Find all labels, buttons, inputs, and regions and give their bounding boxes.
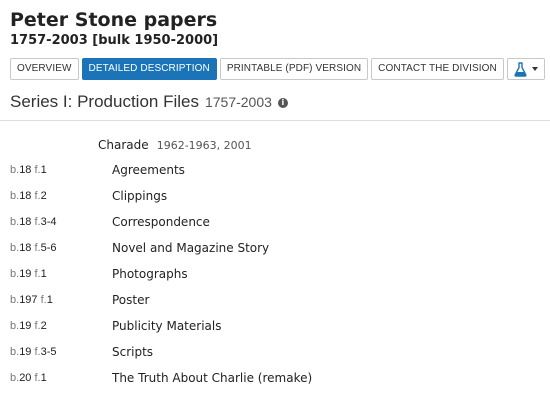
series-dates: 1757-2003	[204, 94, 272, 110]
container-location: b.18 f.5-6	[10, 242, 57, 254]
container-location: b.18 f.2	[10, 190, 47, 202]
flask-icon	[514, 61, 527, 77]
container-location: b.18 f.3-4	[10, 216, 57, 228]
list-item: b.19 f.3-5 Scripts	[0, 339, 550, 365]
container-location: b.197 f.1	[10, 294, 53, 306]
printable-pdf-button[interactable]: PRINTABLE (PDF) VERSION	[219, 58, 369, 80]
series-heading: Series I: Production Files 1757-2003 i	[0, 80, 550, 121]
collection-dates: 1757-2003 [bulk 1950-2000]	[10, 33, 219, 48]
tools-dropdown-button[interactable]	[506, 58, 545, 80]
item-title[interactable]: Photographs	[112, 267, 188, 281]
collection-title: Peter Stone papers	[10, 9, 218, 31]
item-title[interactable]: Poster	[112, 293, 149, 307]
subseries-name: Charade	[98, 138, 149, 152]
info-icon[interactable]: i	[277, 98, 288, 108]
list-item: b.19 f.2 Publicity Materials	[0, 313, 550, 339]
tab-overview[interactable]: OVERVIEW	[10, 58, 79, 80]
container-location: b.19 f.3-5	[10, 346, 57, 358]
container-list: Charade 1962-1963, 2001 b.18 f.1 Agreeme…	[0, 121, 550, 391]
subseries-dates: 1962-1963, 2001	[156, 139, 252, 152]
list-item: b.18 f.5-6 Novel and Magazine Story	[0, 235, 550, 261]
item-title[interactable]: Novel and Magazine Story	[112, 241, 269, 255]
chevron-down-icon	[531, 67, 538, 71]
item-title[interactable]: Publicity Materials	[112, 319, 221, 333]
item-title[interactable]: Clippings	[112, 189, 167, 203]
list-item: b.18 f.2 Clippings	[0, 183, 550, 209]
collection-header: Peter Stone papers 1757-2003 [bulk 1950-…	[0, 0, 550, 80]
tab-detailed-description[interactable]: DETAILED DESCRIPTION	[81, 58, 217, 80]
container-location: b.19 f.2	[10, 320, 47, 332]
list-item: b.197 f.1 Poster	[0, 287, 550, 313]
collection-nav: OVERVIEW DETAILED DESCRIPTION PRINTABLE …	[10, 58, 545, 80]
item-title[interactable]: Agreements	[112, 163, 185, 177]
item-title[interactable]: Correspondence	[112, 215, 210, 229]
container-location: b.18 f.1	[10, 164, 47, 176]
list-item: b.18 f.3-4 Correspondence	[0, 209, 550, 235]
contact-division-button[interactable]: CONTACT THE DIVISION	[371, 58, 504, 80]
list-item: b.18 f.1 Agreements	[0, 157, 550, 183]
item-title[interactable]: Scripts	[112, 345, 153, 359]
series-title: Series I: Production Files	[10, 92, 199, 111]
container-location: b.19 f.1	[10, 268, 47, 280]
list-item: b.19 f.1 Photographs	[0, 261, 550, 287]
container-location: b.20 f.1	[10, 372, 47, 384]
item-title[interactable]: The Truth About Charlie (remake)	[112, 371, 312, 385]
subseries-heading: Charade 1962-1963, 2001	[0, 129, 550, 153]
list-item: b.20 f.1 The Truth About Charlie (remake…	[0, 365, 550, 391]
